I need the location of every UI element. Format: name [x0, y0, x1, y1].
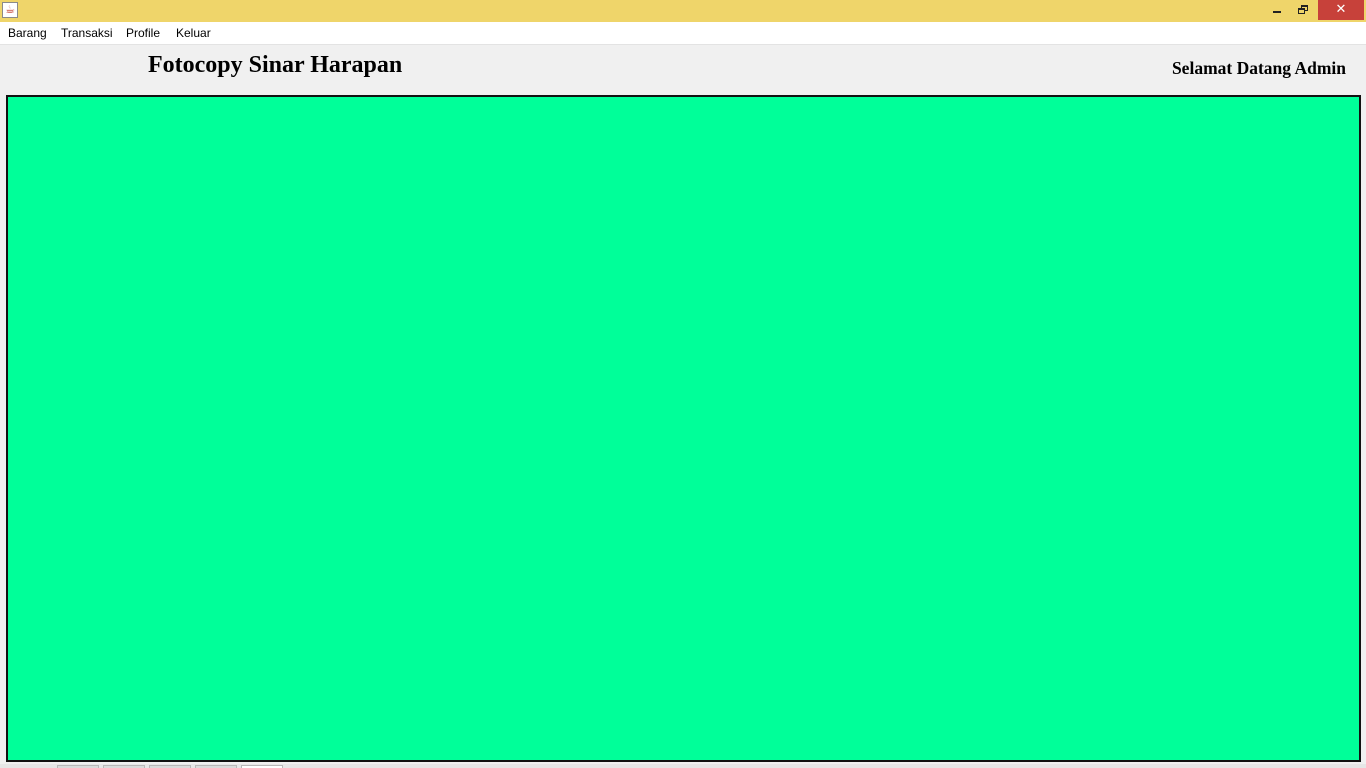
- close-button[interactable]: ✕: [1318, 0, 1364, 20]
- java-coffee-icon[interactable]: ☕: [2, 2, 18, 18]
- title-bar[interactable]: ☕ ✕: [0, 0, 1366, 22]
- app-window: ☕ ✕ Barang Transaksi Profile Keluar Foto…: [0, 0, 1366, 768]
- restore-button[interactable]: [1290, 0, 1316, 20]
- menu-item-transaksi[interactable]: Transaksi: [61, 26, 113, 40]
- app-title: Fotocopy Sinar Harapan: [148, 52, 403, 78]
- menu-item-keluar[interactable]: Keluar: [176, 26, 211, 40]
- close-icon: ✕: [1335, 2, 1347, 17]
- menu-item-barang[interactable]: Barang: [8, 26, 47, 40]
- minimize-button[interactable]: [1264, 0, 1290, 20]
- welcome-label: Selamat Datang Admin: [1171, 58, 1346, 78]
- menu-item-profile[interactable]: Profile: [126, 26, 160, 40]
- minimize-icon: [1273, 11, 1281, 13]
- content-panel: [6, 95, 1361, 762]
- menu-bar: Barang Transaksi Profile Keluar: [0, 22, 1366, 45]
